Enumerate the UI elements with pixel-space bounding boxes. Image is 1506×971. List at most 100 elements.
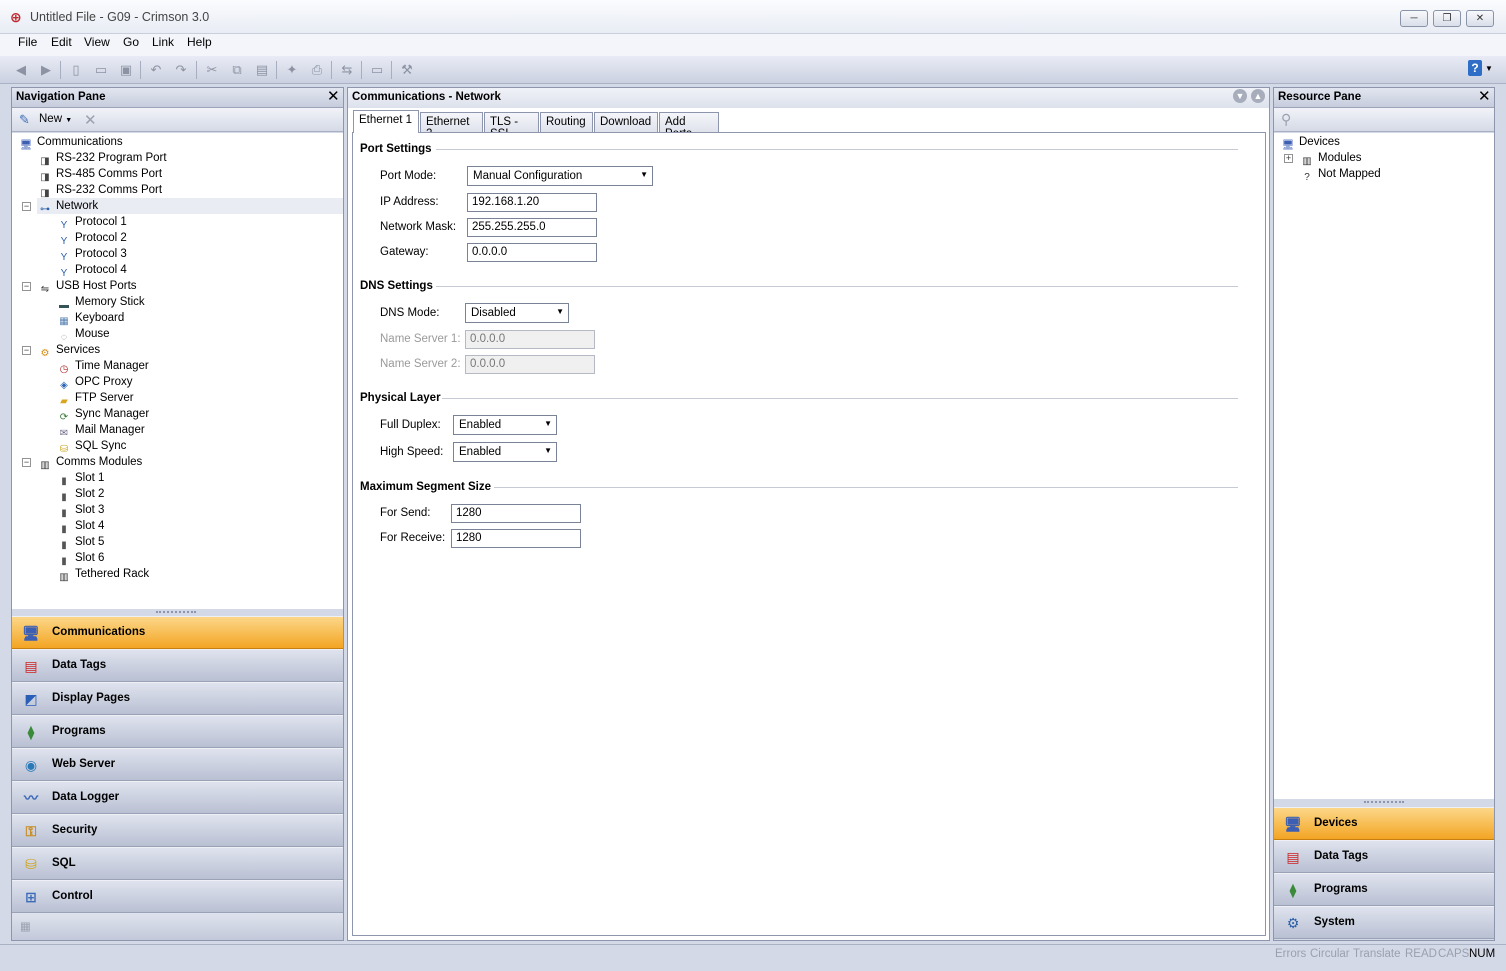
collapse-icon[interactable]: − — [22, 458, 31, 467]
back-icon[interactable]: ◀ — [12, 61, 30, 79]
redo-icon[interactable]: ↷ — [172, 61, 190, 79]
copy-icon[interactable]: ⧉ — [228, 61, 246, 79]
tree-item[interactable]: ⇋ USB Host Ports — [37, 278, 137, 295]
tree-item[interactable]: ⟳ Sync Manager — [56, 406, 149, 423]
category-communications[interactable]: 🖥 Communications — [12, 616, 343, 649]
tree-item[interactable]: ▮ Slot 2 — [56, 486, 104, 503]
tab-routing[interactable]: Routing — [540, 112, 593, 132]
tree-item[interactable]: ⛁ SQL Sync — [56, 438, 127, 455]
tree-item[interactable]: ◈ OPC Proxy — [56, 374, 132, 391]
tab-ethernet-1[interactable]: Ethernet 1 — [353, 110, 419, 133]
collapse-icon[interactable]: − — [22, 202, 31, 211]
delete-icon[interactable]: ✕ — [84, 111, 97, 129]
tree-item[interactable]: ▮ Slot 1 — [56, 470, 104, 487]
arrow-up-icon[interactable]: ▲ — [1251, 89, 1265, 103]
tree-item[interactable]: ▰ FTP Server — [56, 390, 133, 407]
splitter-handle[interactable] — [12, 609, 343, 616]
tree-item[interactable]: ◌ Mouse — [56, 326, 110, 343]
open-file-icon[interactable]: ▭ — [92, 61, 110, 79]
menu-help[interactable]: Help — [187, 35, 212, 49]
category-data-tags[interactable]: ▤ Data Tags — [1274, 840, 1494, 873]
tree-item[interactable]: ▦ Keyboard — [56, 310, 124, 327]
close-button[interactable]: ✕ — [1466, 10, 1494, 27]
cut-icon[interactable]: ✂ — [203, 61, 221, 79]
save-icon[interactable]: ▣ — [117, 61, 135, 79]
menu-link[interactable]: Link — [152, 35, 174, 49]
tree-item[interactable]: ◨ RS-232 Program Port — [37, 150, 166, 167]
tree-item[interactable]: ◨ RS-232 Comms Port — [37, 182, 162, 199]
new-file-icon[interactable]: ▯ — [67, 61, 85, 79]
tree-item[interactable]: Y Protocol 4 — [56, 262, 127, 279]
tree-item[interactable]: Y Protocol 3 — [56, 246, 127, 263]
category-security[interactable]: ⚿ Security — [12, 814, 343, 847]
tree-item[interactable]: ⚙ Services — [37, 342, 101, 359]
tree-item[interactable]: ✉ Mail Manager — [56, 422, 145, 439]
network-mask-field[interactable]: 255.255.255.0 — [467, 218, 597, 237]
category-programs[interactable]: ⧫ Programs — [1274, 873, 1494, 906]
undo-icon[interactable]: ↶ — [147, 61, 165, 79]
tree-item[interactable]: Y Protocol 2 — [56, 230, 127, 247]
ip-address-field[interactable]: 192.168.1.20 — [467, 193, 597, 212]
restore-button[interactable]: ❐ — [1433, 10, 1461, 27]
category-control[interactable]: ⊞ Control — [12, 880, 343, 913]
tab-ethernet-2[interactable]: Ethernet 2 — [420, 112, 483, 140]
tree-item[interactable]: ▥ Comms Modules — [37, 454, 142, 471]
category-data-tags[interactable]: ▤ Data Tags — [12, 649, 343, 682]
menu-go[interactable]: Go — [123, 35, 139, 49]
print-icon[interactable]: ⎙ — [308, 61, 326, 79]
collapse-icon[interactable]: − — [22, 346, 31, 355]
tab-tls-ssl[interactable]: TLS - SSL — [484, 112, 539, 140]
splitter-handle[interactable] — [1274, 799, 1494, 806]
close-icon[interactable]: ✕ — [1478, 89, 1491, 104]
high-speed-select[interactable]: Enabled ▼ — [453, 442, 557, 462]
tree-item[interactable]: ◨ RS-485 Comms Port — [37, 166, 162, 183]
category-data-logger[interactable]: 〰 Data Logger — [12, 781, 343, 814]
tree-item[interactable]: ? Not Mapped — [1299, 166, 1380, 183]
link-icon[interactable]: ⇆ — [338, 61, 356, 79]
for-send-field[interactable]: 1280 — [451, 504, 581, 523]
menu-edit[interactable]: Edit — [51, 35, 72, 49]
tab-add-ports[interactable]: Add Ports — [659, 112, 719, 140]
port-mode-select[interactable]: Manual Configuration ▼ — [467, 166, 653, 186]
tree-item[interactable]: 🖥 Communications — [18, 134, 123, 151]
category-web-server[interactable]: ◉ Web Server — [12, 748, 343, 781]
forward-icon[interactable]: ▶ — [37, 61, 55, 79]
search-icon[interactable]: ⚲ — [1281, 111, 1291, 128]
tree-item[interactable]: ▮ Slot 3 — [56, 502, 104, 519]
tree-item[interactable]: ▮ Slot 6 — [56, 550, 104, 567]
new-button[interactable]: New ▼ — [39, 113, 72, 125]
category-programs[interactable]: ⧫ Programs — [12, 715, 343, 748]
arrow-down-icon[interactable]: ▼ — [1233, 89, 1247, 103]
tree-item[interactable]: 🖥 Devices — [1280, 134, 1340, 151]
tab-download[interactable]: Download — [594, 112, 658, 132]
for-receive-field[interactable]: 1280 — [451, 529, 581, 548]
tree-item[interactable]: Y Protocol 1 — [56, 214, 127, 231]
expand-icon[interactable]: + — [1284, 154, 1293, 163]
menu-file[interactable]: File — [18, 35, 37, 49]
find-icon[interactable]: ✦ — [283, 61, 301, 79]
menu-view[interactable]: View — [84, 35, 110, 49]
chevron-down-icon[interactable]: ▼ — [1485, 64, 1493, 73]
category-display-pages[interactable]: ◩ Display Pages — [12, 682, 343, 715]
tree-item[interactable]: ▬ Memory Stick — [56, 294, 145, 311]
tree-item[interactable]: ▮ Slot 5 — [56, 534, 104, 551]
tree-item[interactable]: ◷ Time Manager — [56, 358, 149, 375]
tools-icon[interactable]: ⚒ — [398, 61, 416, 79]
tree-item[interactable]: ▮ Slot 4 — [56, 518, 104, 535]
category-sql[interactable]: ⛁ SQL — [12, 847, 343, 880]
help-icon[interactable]: ? — [1468, 60, 1482, 76]
tree-item[interactable]: ▥ Modules — [1299, 150, 1361, 167]
minimize-button[interactable]: ─ — [1400, 10, 1428, 27]
collapse-icon[interactable]: − — [22, 282, 31, 291]
tree-item[interactable]: ▥ Tethered Rack — [56, 566, 149, 583]
category-system[interactable]: ⚙ System — [1274, 906, 1494, 939]
window-icon[interactable]: ▭ — [368, 61, 386, 79]
close-icon[interactable]: ✕ — [327, 89, 340, 104]
tree-item[interactable]: ⊶ Network — [37, 198, 343, 215]
full-duplex-select[interactable]: Enabled ▼ — [453, 415, 557, 435]
gateway-field[interactable]: 0.0.0.0 — [467, 243, 597, 262]
category-devices[interactable]: 🖥 Devices — [1274, 807, 1494, 840]
paste-icon[interactable]: ▤ — [253, 61, 271, 79]
category-overflow-bar[interactable]: ▦ — [12, 913, 343, 940]
dns-mode-select[interactable]: Disabled ▼ — [465, 303, 569, 323]
